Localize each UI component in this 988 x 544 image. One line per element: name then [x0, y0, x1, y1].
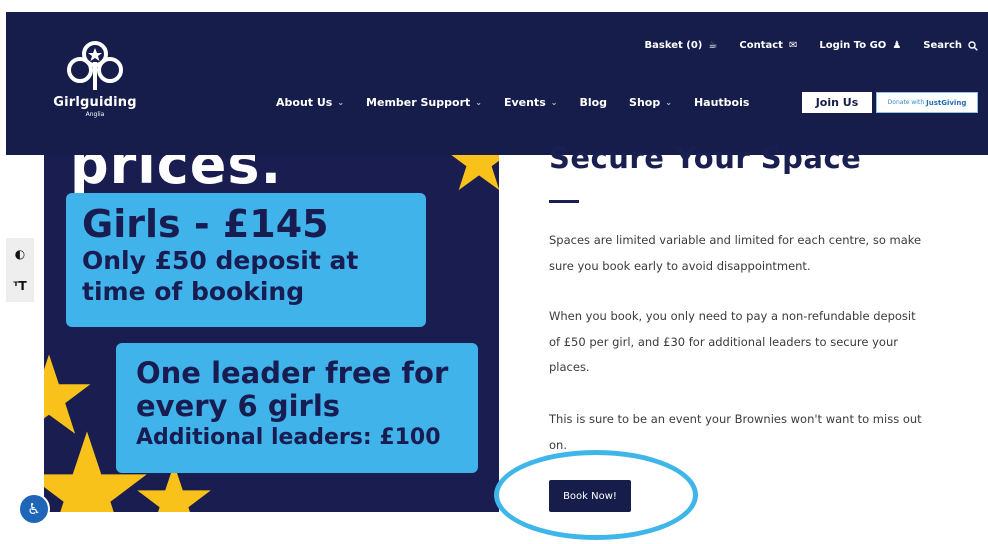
hero-heading: prices. [70, 155, 283, 196]
nav-item-label: Member Support [366, 96, 471, 109]
user-icon: ♟ [892, 39, 902, 51]
leader-free-line: One leader free for [136, 356, 449, 390]
utility-bar: Basket (0) ☕ Contact ✉ Login To GO ♟ Sea… [645, 40, 978, 51]
donate-prefix: Donate with [887, 99, 925, 106]
pricing-hero-image: prices. Girls - £145 Only £50 deposit at… [44, 155, 499, 512]
basket-label: Basket (0) [644, 40, 703, 51]
nav-item-blog[interactable]: Blog [579, 96, 607, 109]
join-us-button[interactable]: Join Us [802, 92, 872, 113]
nav-item-about-us[interactable]: About Us ⌄ [276, 96, 344, 109]
chevron-down-icon: ⌄ [475, 98, 482, 107]
leader-free-line-2: every 6 girls [136, 389, 341, 423]
site-header: Girlguiding Anglia Basket (0) ☕ Contact … [6, 12, 988, 155]
donate-justgiving-button[interactable]: Donate with JustGiving [876, 92, 978, 113]
nav-item-label: Hautbois [693, 96, 750, 109]
nav-item-events[interactable]: Events ⌄ [504, 96, 558, 109]
deposit-line: Only £50 deposit at [82, 246, 359, 275]
deposit-paragraph: When you book, you only need to pay a no… [549, 309, 916, 374]
trefoil-logo-icon [67, 41, 123, 90]
contact-link[interactable]: Contact ✉ [739, 40, 797, 51]
envelope-icon: ✉ [788, 39, 798, 51]
closing-paragraph: This is sure to be an event your Brownie… [549, 412, 922, 452]
nav-item-shop[interactable]: Shop ⌄ [629, 96, 672, 109]
nav-item-label: Blog [579, 96, 608, 109]
main-nav: About Us ⌄ Member Support ⌄ Events ⌄ Blo… [276, 96, 771, 109]
basket-icon: ☕ [708, 39, 718, 51]
chevron-down-icon: ⌄ [337, 98, 345, 107]
title-divider [549, 200, 579, 203]
nav-item-member-support[interactable]: Member Support ⌄ [366, 96, 482, 109]
contrast-icon[interactable]: ◐ [15, 248, 25, 260]
nav-item-hautbois[interactable]: Hautbois [694, 96, 749, 109]
section-title: Secure Your Space [549, 141, 862, 175]
text-size-icon[interactable]: ᵀT [13, 280, 26, 292]
availability-paragraph: Spaces are limited variable and limited … [549, 233, 922, 273]
login-link[interactable]: Login To GO ♟ [819, 40, 901, 51]
login-label: Login To GO [819, 40, 887, 51]
justgiving-logo: JustGiving [926, 98, 967, 107]
brand-name: Girlguiding [53, 95, 137, 110]
girls-price: Girls - £145 [82, 202, 329, 246]
girls-price-card: Girls - £145 Only £50 deposit at time of… [66, 193, 426, 327]
basket-link[interactable]: Basket (0) ☕ [645, 40, 718, 51]
nav-item-label: Events [503, 96, 546, 109]
deposit-line-2: time of booking [82, 277, 305, 306]
site-logo[interactable]: Girlguiding Anglia [50, 40, 140, 120]
accessibility-icon[interactable]: ♿ [18, 493, 50, 525]
star-decoration-icon [451, 155, 499, 191]
brand-region: Anglia [85, 111, 105, 118]
nav-item-label: About Us [276, 96, 333, 109]
additional-leaders-price: Additional leaders: £100 [136, 425, 441, 450]
search-link[interactable]: Search [923, 40, 978, 51]
contact-label: Contact [739, 40, 783, 51]
book-now-button[interactable]: Book Now! [549, 480, 631, 512]
accessibility-toolbar: ◐ ᵀT [6, 238, 34, 302]
nav-item-label: Shop [629, 96, 661, 109]
search-label: Search [923, 40, 962, 51]
search-icon [968, 40, 978, 51]
chevron-down-icon: ⌄ [665, 98, 672, 107]
leaders-price-card: One leader free for every 6 girls Additi… [116, 343, 478, 473]
chevron-down-icon: ⌄ [550, 98, 558, 107]
